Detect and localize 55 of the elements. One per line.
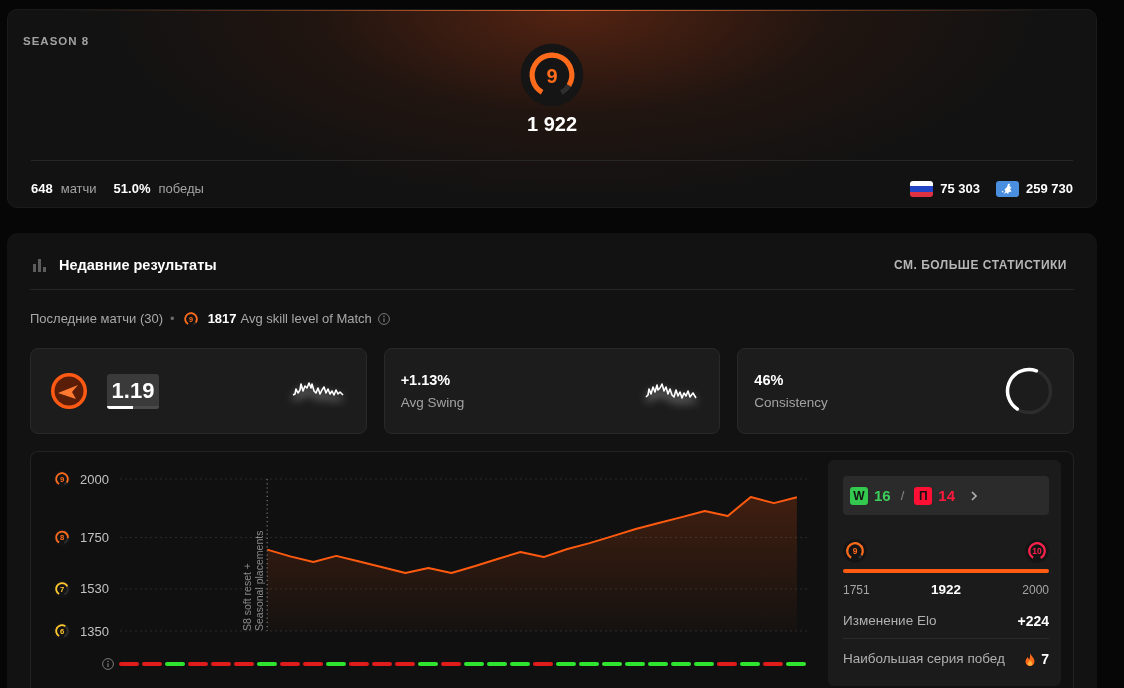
stat-value: 51.0% — [113, 180, 151, 198]
loss-count: 14 — [938, 486, 955, 505]
avg-skill-caption: Avg skill level of Match — [240, 310, 372, 328]
axis-label: 1350 — [80, 623, 109, 639]
stat-unit: победы — [158, 180, 204, 198]
loss-badge: П — [914, 486, 933, 505]
skill-level-badge: 9 — [520, 43, 584, 107]
stat-label: Avg Swing — [400, 393, 465, 412]
range-max: 2000 — [1022, 582, 1049, 598]
row-label: Наибольшая серия побед — [843, 650, 1005, 668]
row-value: 7 — [1041, 650, 1049, 668]
season-title: SEASON 8 — [23, 34, 90, 48]
axis-label: 1750 — [80, 529, 109, 545]
matches-label: Последние матчи (30) — [30, 310, 164, 328]
avg-skill-value: 1817 — [207, 310, 237, 328]
arrowhead-circle-icon — [51, 373, 87, 409]
stat-value: +1.13% — [400, 370, 452, 389]
range-current: 1922 — [930, 582, 961, 598]
skill-level-badge: 9 — [181, 310, 200, 328]
range-min: 1751 — [843, 582, 870, 598]
stat-value: 46% — [754, 370, 785, 389]
flag-icon — [910, 181, 934, 197]
annotation-text: Seasonal placements — [253, 530, 265, 631]
elo-value: 1 922 — [526, 112, 578, 136]
rank-value: 259 730 — [1026, 180, 1073, 198]
chevron-icon — [970, 489, 978, 502]
skill-level-badge: 9 — [53, 470, 71, 488]
info-icon[interactable] — [102, 658, 114, 670]
rank-value: 75 303 — [940, 180, 980, 198]
stat-value: 648 — [31, 180, 53, 198]
stat-unit: матчи — [60, 180, 97, 198]
info-icon[interactable] — [377, 313, 390, 325]
skill-level-badge: 8 — [53, 528, 71, 547]
skill-level-badge: 9 — [843, 539, 867, 563]
win-badge: W — [850, 486, 868, 505]
rating-value: 1.19 — [111, 378, 155, 404]
slash-separator: / — [900, 488, 905, 503]
axis-label: 1530 — [80, 581, 109, 597]
row-value: +224 — [1017, 612, 1049, 630]
more-stats-link[interactable]: СМ. БОЛЬШЕ СТАТИСТИКИ — [894, 255, 1067, 275]
bar-chart-icon — [33, 258, 47, 272]
row-label: Изменение Elo — [843, 612, 937, 630]
win-loss-button[interactable]: W 16 / П 14 — [843, 476, 1049, 515]
skill-level-badge: 6 — [53, 622, 71, 640]
annotation-text: S8 soft reset + — [241, 563, 253, 631]
section-title: Недавние результаты — [59, 256, 217, 275]
skill-level-badge: 7 — [53, 580, 71, 598]
axis-label: 2000 — [80, 471, 109, 487]
flame-icon — [1025, 652, 1036, 666]
progress-ring — [1005, 367, 1053, 415]
skill-level-badge: 10 — [1025, 539, 1049, 563]
win-count: 16 — [874, 486, 891, 505]
bullet-separator: • — [170, 310, 175, 328]
stat-label: Consistency — [754, 393, 828, 412]
map-icon — [996, 181, 1019, 197]
